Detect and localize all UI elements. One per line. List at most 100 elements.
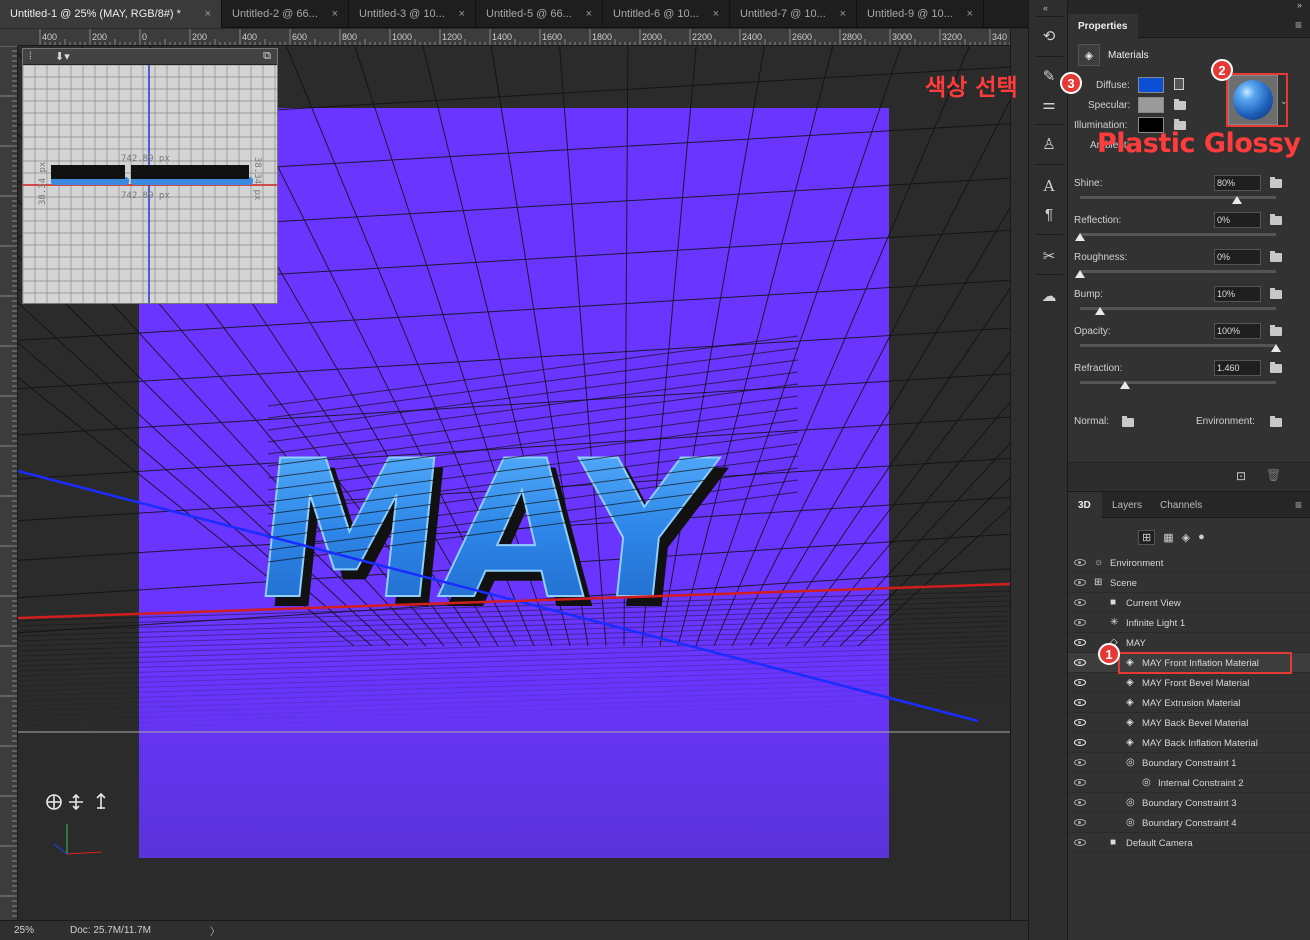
close-icon[interactable]: × — [332, 8, 338, 20]
close-icon[interactable]: × — [586, 8, 592, 20]
creative-cloud-icon[interactable]: ☁ — [1037, 284, 1061, 308]
scene-list-item[interactable]: ◎ Boundary Constraint 3 — [1068, 793, 1310, 813]
filter-scene-icon[interactable]: ⊞ — [1138, 529, 1156, 545]
slider-thumb[interactable] — [1120, 381, 1131, 389]
3d-panel-menu-icon[interactable]: ≡ — [1295, 498, 1302, 512]
environment-folder-icon[interactable] — [1270, 416, 1282, 427]
specular-folder-icon[interactable] — [1174, 99, 1186, 110]
scene-list-item[interactable]: ◎ Internal Constraint 2 — [1068, 773, 1310, 793]
paragraph-icon[interactable]: ¶ — [1037, 202, 1061, 226]
slider-track[interactable] — [1080, 270, 1276, 273]
scene-list-item[interactable]: ◈ MAY Extrusion Material — [1068, 693, 1310, 713]
visibility-eye-icon[interactable] — [1074, 819, 1086, 826]
stamp-icon[interactable]: ♙ — [1037, 132, 1061, 156]
visibility-eye-icon[interactable] — [1074, 839, 1086, 846]
document-tab[interactable]: Untitled-1 @ 25% (MAY, RGB/8#) * × — [0, 0, 222, 28]
document-tab[interactable]: Untitled-6 @ 10... × — [603, 0, 730, 28]
document-tab[interactable]: Untitled-2 @ 66... × — [222, 0, 349, 28]
document-tab[interactable]: Untitled-5 @ 66... × — [476, 0, 603, 28]
document-tab[interactable]: Untitled-7 @ 10... × — [730, 0, 857, 28]
ruler-top[interactable]: 400 200 0 200 400 600 800 1000 1200 1400 1600 1800 2… — [18, 29, 1010, 46]
visibility-eye-icon[interactable] — [1074, 659, 1086, 666]
slider-value-field[interactable]: 0% — [1214, 249, 1261, 265]
vertical-scrollbar[interactable] — [1010, 29, 1028, 920]
visibility-eye-icon[interactable] — [1074, 719, 1086, 726]
properties-tab[interactable]: Properties — [1068, 14, 1138, 38]
scene-list-item[interactable]: ■ Current View — [1068, 593, 1310, 613]
history-icon[interactable]: ⟲ — [1037, 24, 1061, 48]
slider-thumb[interactable] — [1231, 196, 1242, 204]
view-select-icon[interactable]: ⬇▾ — [55, 50, 70, 63]
character-icon[interactable]: A — [1037, 174, 1061, 198]
slider-value-field[interactable]: 80% — [1214, 175, 1261, 191]
swap-view-icon[interactable]: ⧉ — [263, 50, 271, 63]
grip-icon[interactable]: ⁞ — [29, 51, 32, 62]
visibility-eye-icon[interactable] — [1074, 679, 1086, 686]
visibility-eye-icon[interactable] — [1074, 639, 1086, 646]
pan-icon[interactable] — [69, 793, 83, 811]
diffuse-texture-icon[interactable] — [1174, 78, 1184, 90]
trash-icon[interactable]: 🗑 — [1266, 468, 1281, 482]
slider-thumb[interactable] — [1075, 233, 1085, 241]
tab-3d[interactable]: 3D — [1068, 492, 1102, 518]
brush-icon[interactable]: ✎ — [1037, 64, 1061, 88]
scene-list-item[interactable]: ■ Default Camera — [1068, 833, 1310, 853]
tools-icon[interactable]: ✂ — [1037, 244, 1061, 268]
visibility-eye-icon[interactable] — [1074, 699, 1086, 706]
document-canvas[interactable]: MAY MAY ⁞ ⬇▾ ⧉ 742.89 px 742.89 px 38.34… — [18, 46, 1010, 920]
slider-track[interactable] — [1080, 381, 1276, 384]
filter-mesh-icon[interactable]: ▦ — [1163, 531, 1173, 544]
slider-value-field[interactable]: 100% — [1214, 323, 1261, 339]
slider-track[interactable] — [1080, 344, 1276, 347]
visibility-eye-icon[interactable] — [1074, 759, 1086, 766]
texture-folder-icon[interactable] — [1270, 251, 1282, 262]
document-tab[interactable]: Untitled-9 @ 10... × — [857, 0, 984, 28]
zoom-level[interactable]: 25% — [0, 925, 70, 936]
scene-list-item[interactable]: ◎ Boundary Constraint 1 — [1068, 753, 1310, 773]
close-icon[interactable]: × — [840, 8, 846, 20]
may-3d-text[interactable]: MAY MAY — [242, 418, 733, 650]
slider-track[interactable] — [1080, 196, 1276, 199]
close-icon[interactable]: × — [967, 8, 973, 20]
visibility-eye-icon[interactable] — [1074, 559, 1086, 566]
scene-list-item[interactable]: ☼ Environment — [1068, 553, 1310, 573]
tab-channels[interactable]: Channels — [1150, 492, 1214, 518]
render-icon[interactable]: ⊡ — [1236, 469, 1246, 483]
close-icon[interactable]: × — [713, 8, 719, 20]
tab-layers[interactable]: Layers — [1102, 492, 1150, 518]
filter-light-icon[interactable]: ● — [1198, 531, 1205, 543]
collapse-arrows-icon[interactable]: « — [1043, 3, 1048, 13]
diffuse-swatch[interactable] — [1138, 77, 1164, 93]
panel-menu-icon[interactable]: ≡ — [1295, 18, 1302, 32]
slider-value-field[interactable]: 10% — [1214, 286, 1261, 302]
visibility-eye-icon[interactable] — [1074, 779, 1086, 786]
status-menu-arrow[interactable]: 〉 — [210, 923, 220, 938]
visibility-eye-icon[interactable] — [1074, 579, 1086, 586]
scene-list-item[interactable]: ✳ Infinite Light 1 — [1068, 613, 1310, 633]
normal-folder-icon[interactable] — [1122, 416, 1134, 427]
close-icon[interactable]: × — [205, 8, 211, 20]
dock-collapse-icon[interactable]: » — [1297, 0, 1302, 10]
visibility-eye-icon[interactable] — [1074, 619, 1086, 626]
filter-material-icon[interactable]: ◈ — [1182, 531, 1190, 544]
slider-track[interactable] — [1080, 233, 1276, 236]
visibility-eye-icon[interactable] — [1074, 599, 1086, 606]
document-tab[interactable]: Untitled-3 @ 10... × — [349, 0, 476, 28]
texture-folder-icon[interactable] — [1270, 177, 1282, 188]
adjustments-icon[interactable]: ⚌ — [1037, 92, 1061, 116]
specular-swatch[interactable] — [1138, 97, 1164, 113]
texture-folder-icon[interactable] — [1270, 362, 1282, 373]
scene-list-item[interactable]: ◈ MAY Back Inflation Material — [1068, 733, 1310, 753]
texture-folder-icon[interactable] — [1270, 325, 1282, 336]
texture-folder-icon[interactable] — [1270, 288, 1282, 299]
3d-camera-widget[interactable] — [46, 792, 106, 811]
slider-thumb[interactable] — [1271, 344, 1281, 352]
visibility-eye-icon[interactable] — [1074, 739, 1086, 746]
scene-list-item[interactable]: ◈ MAY Front Bevel Material — [1068, 673, 1310, 693]
slider-thumb[interactable] — [1094, 307, 1105, 315]
scene-list-item[interactable]: ⊞ Scene — [1068, 573, 1310, 593]
visibility-eye-icon[interactable] — [1074, 799, 1086, 806]
slider-thumb[interactable] — [1075, 270, 1085, 278]
dolly-icon[interactable] — [96, 792, 106, 809]
slider-value-field[interactable]: 0% — [1214, 212, 1261, 228]
